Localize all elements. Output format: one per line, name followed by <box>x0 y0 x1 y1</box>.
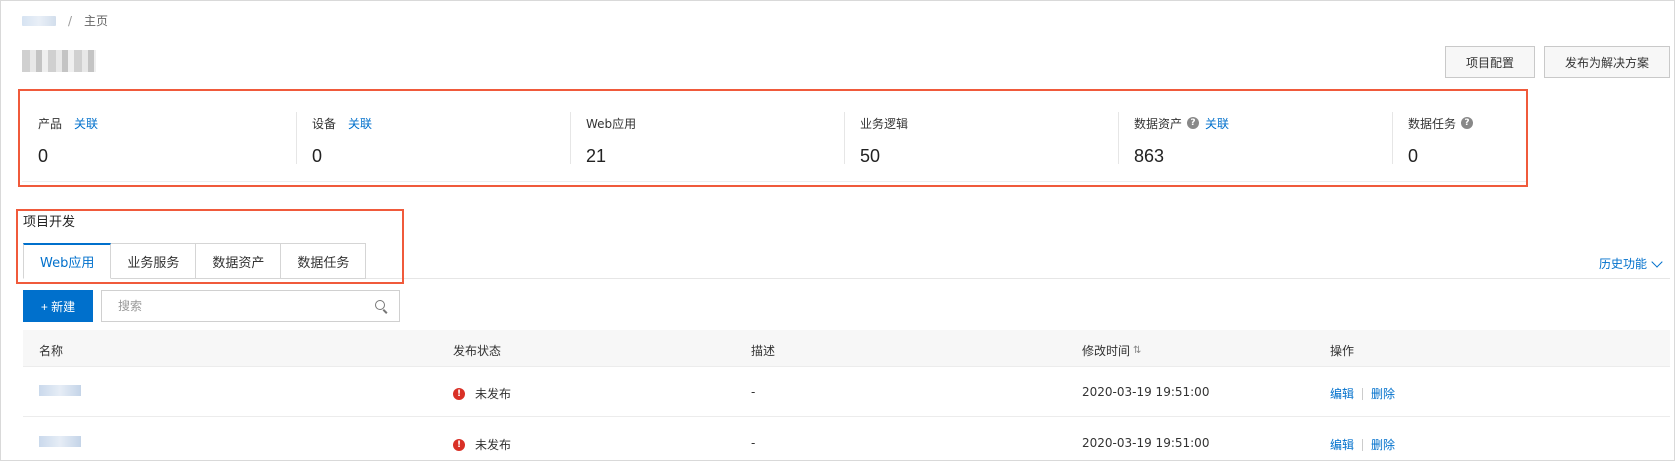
search-input[interactable] <box>102 292 369 320</box>
breadcrumb-separator: / <box>68 13 73 28</box>
table-row: ! 未发布 - 2020-03-19 19:51:00 编辑 删除 <box>23 418 1670 461</box>
chevron-down-icon <box>1651 255 1663 268</box>
app-name-link[interactable] <box>39 385 81 396</box>
sort-icon[interactable]: ⇅ <box>1133 345 1141 356</box>
edit-link[interactable]: 编辑 <box>1330 436 1354 453</box>
column-header-desc: 描述 <box>751 344 776 358</box>
column-header-modified-label: 修改时间 <box>1082 344 1131 358</box>
project-title <box>22 50 96 72</box>
breadcrumb-project-link[interactable] <box>22 15 56 26</box>
search-box <box>101 290 400 322</box>
delete-link[interactable]: 删除 <box>1371 436 1395 453</box>
search-icon[interactable] <box>369 294 393 318</box>
column-header-status: 发布状态 <box>453 344 502 358</box>
history-label: 历史功能 <box>1599 257 1648 271</box>
error-icon: ! <box>453 387 465 400</box>
column-header-name: 名称 <box>39 344 64 358</box>
edit-link[interactable]: 编辑 <box>1330 385 1354 402</box>
highlight-box-stats <box>18 89 1528 187</box>
table-header: 名称 发布状态 描述 修改时间 ⇅ 操作 <box>23 330 1670 367</box>
new-button[interactable]: + 新建 <box>23 290 93 322</box>
highlight-box-tabs <box>16 209 404 284</box>
table-row: ! 未发布 - 2020-03-19 19:51:00 编辑 删除 <box>23 367 1670 417</box>
desc-cell: - <box>751 436 756 450</box>
column-header-modified[interactable]: 修改时间 ⇅ <box>1082 342 1141 359</box>
error-icon: ! <box>453 438 465 451</box>
modified-cell: 2020-03-19 19:51:00 <box>1082 436 1210 450</box>
project-config-button[interactable]: 项目配置 <box>1445 46 1535 78</box>
desc-cell: - <box>751 385 756 399</box>
publish-solution-button[interactable]: 发布为解决方案 <box>1544 46 1670 78</box>
delete-link[interactable]: 删除 <box>1371 385 1395 402</box>
column-header-ops: 操作 <box>1330 344 1355 358</box>
ops-cell: 编辑 删除 <box>1330 385 1395 402</box>
status-text: 未发布 <box>475 438 512 452</box>
op-divider <box>1362 438 1364 451</box>
breadcrumb: / 主页 <box>22 12 108 29</box>
app-name-link[interactable] <box>39 436 81 447</box>
ops-cell: 编辑 删除 <box>1330 436 1395 453</box>
breadcrumb-current: 主页 <box>84 14 109 28</box>
status-cell: ! 未发布 <box>453 385 511 402</box>
status-cell: ! 未发布 <box>453 436 511 453</box>
status-text: 未发布 <box>475 387 512 401</box>
op-divider <box>1362 387 1364 400</box>
modified-cell: 2020-03-19 19:51:00 <box>1082 385 1210 399</box>
history-link[interactable]: 历史功能 <box>1599 255 1663 272</box>
